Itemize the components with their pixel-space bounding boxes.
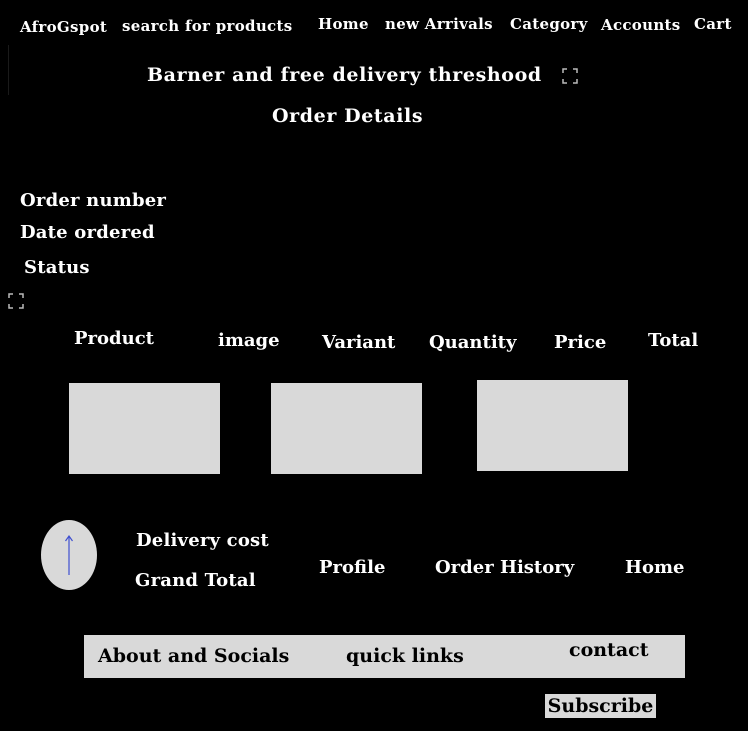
product-image-placeholder	[69, 383, 220, 474]
date-ordered-label: Date ordered	[20, 222, 155, 243]
expand-icon[interactable]	[8, 293, 24, 309]
order-history-link[interactable]: Order History	[435, 557, 574, 578]
search-input[interactable]: search for products	[122, 17, 292, 35]
header-divider	[8, 45, 9, 95]
scroll-top-button[interactable]	[41, 520, 97, 590]
status-label: Status	[24, 257, 90, 278]
nav-item-home[interactable]: Home	[318, 15, 369, 33]
product-image-placeholder	[271, 383, 422, 474]
order-number-label: Order number	[20, 190, 167, 211]
column-header-variant: Variant	[322, 332, 396, 353]
column-header-total: Total	[648, 330, 699, 351]
promo-banner: Barner and free delivery threshood	[147, 64, 542, 86]
column-header-price: Price	[554, 332, 607, 353]
nav-item-accounts[interactable]: Accounts	[601, 16, 681, 34]
contact-link[interactable]: contact	[569, 639, 649, 661]
arrow-up-icon	[65, 534, 73, 575]
home-link[interactable]: Home	[625, 557, 685, 578]
column-header-product: Product	[74, 328, 154, 349]
profile-link[interactable]: Profile	[319, 557, 385, 578]
logo[interactable]: AfroGspot	[20, 18, 107, 36]
delivery-cost-label: Delivery cost	[136, 530, 269, 551]
page-title: Order Details	[272, 105, 424, 127]
quick-links-link[interactable]: quick links	[346, 645, 464, 667]
column-header-quantity: Quantity	[429, 332, 517, 353]
subscribe-button[interactable]: Subscribe	[545, 694, 656, 718]
about-socials-link[interactable]: About and Socials	[98, 645, 289, 667]
nav-item-new-arrivals[interactable]: new Arrivals	[385, 15, 493, 33]
grand-total-label: Grand Total	[135, 570, 256, 591]
product-image-placeholder	[477, 380, 628, 471]
nav-item-cart[interactable]: Cart	[694, 15, 732, 33]
footer: About and Socials quick links contact	[84, 635, 685, 678]
column-header-image: image	[218, 330, 280, 351]
expand-icon[interactable]	[562, 68, 578, 84]
nav-item-category[interactable]: Category	[510, 15, 588, 33]
